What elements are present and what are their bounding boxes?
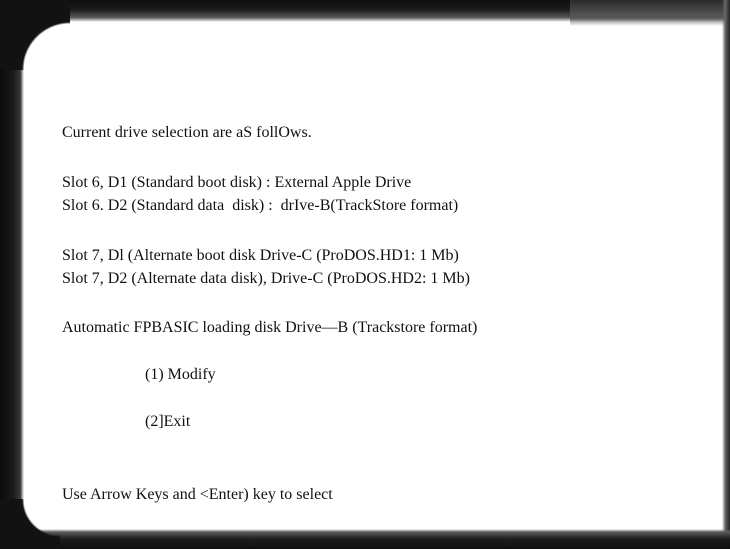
intro-text: Current drive selection are aS follOws. — [62, 124, 312, 141]
drive-configuration-screen: Current drive selection are aS follOws. … — [0, 0, 730, 549]
drive-line-slot7-d2: Slot 7, D2 (Alternate data disk), Drive-… — [62, 270, 470, 287]
drive-line-slot6-d2: Slot 6. D2 (Standard data disk) : drIve-… — [62, 197, 459, 214]
crt-screen-frame: Current drive selection are aS follOws. … — [0, 0, 730, 549]
drive-line-slot7-d1: Slot 7, Dl (Alternate boot disk Drive-C … — [62, 247, 459, 264]
autoload-line: Automatic FPBASIC loading disk Drive—B (… — [62, 319, 478, 336]
menu-option-modify[interactable]: (1) Modify — [145, 365, 216, 385]
drive-line-slot6-d1: Slot 6, D1 (Standard boot disk) : Extern… — [62, 174, 412, 191]
menu-option-exit[interactable]: (2]Exit — [145, 412, 190, 432]
footer-hint: Use Arrow Keys and <Enter) key to select — [62, 486, 333, 503]
